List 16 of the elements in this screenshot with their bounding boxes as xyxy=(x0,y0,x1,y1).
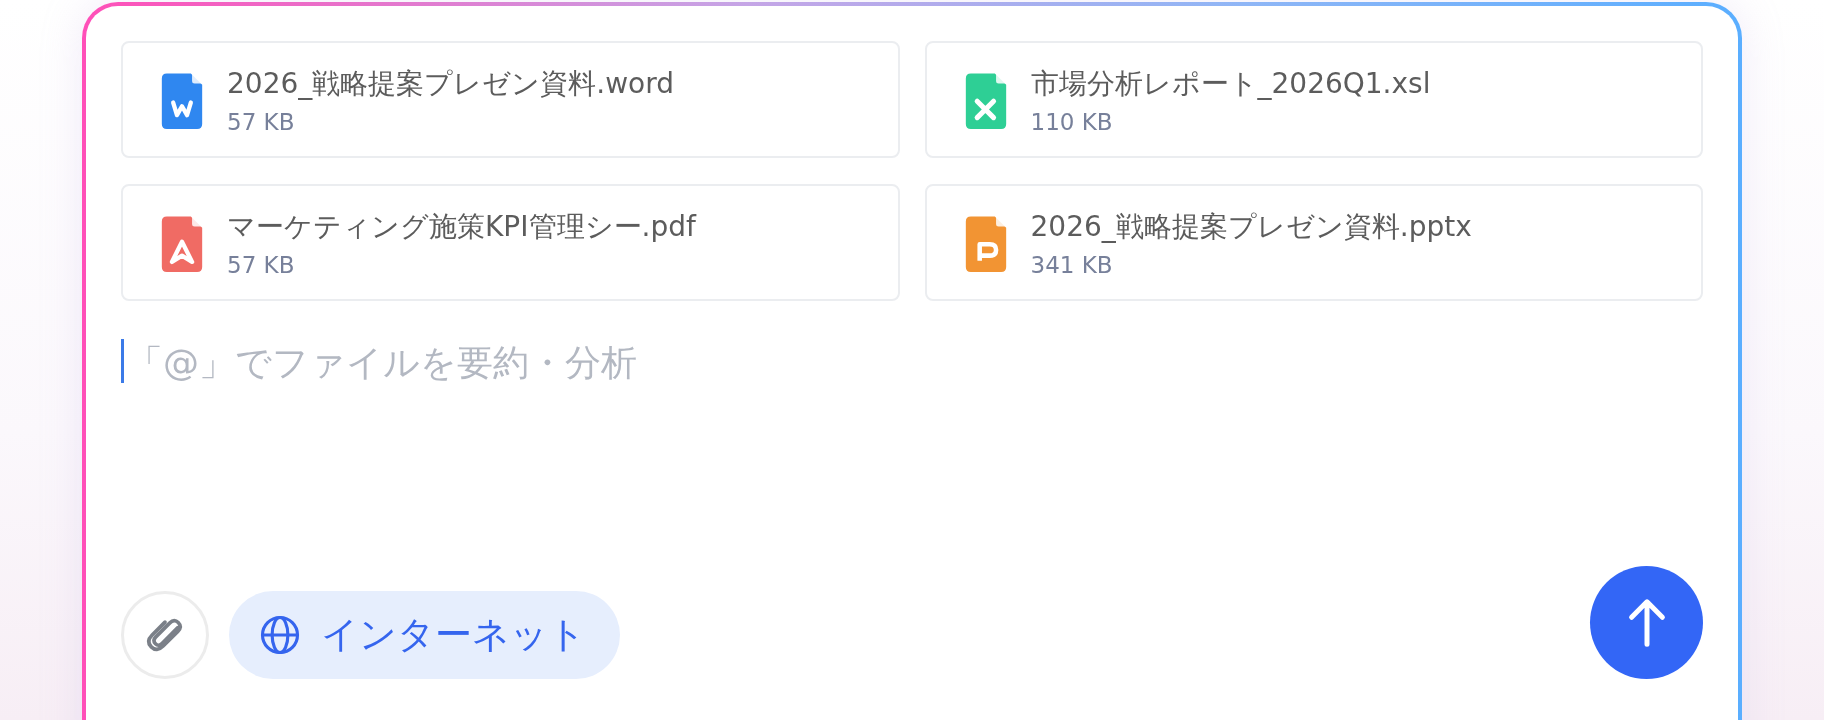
file-size: 57 KB xyxy=(227,251,296,278)
file-name: 市場分析レポート_2026Q1.xsl xyxy=(1030,65,1431,102)
globe-icon xyxy=(259,614,301,656)
file-card[interactable]: 2026_戦略提案プレゼン資料.word 57 KB xyxy=(121,41,900,158)
file-size: 57 KB xyxy=(227,108,296,135)
file-card[interactable]: マーケティング施策KPI管理シー.pdf 57 KB xyxy=(121,184,900,301)
file-name: 2026_戦略提案プレゼン資料.word xyxy=(227,65,674,102)
file-card[interactable]: 2026_戦略提案プレゼン資料.pptx 341 KB xyxy=(924,184,1703,301)
text-cursor xyxy=(121,339,124,383)
arrow-up-icon xyxy=(1626,597,1667,648)
internet-toggle[interactable]: インターネット xyxy=(229,591,620,679)
file-name: マーケティング施策KPI管理シー.pdf xyxy=(227,208,696,245)
file-size: 341 KB xyxy=(1030,251,1114,278)
file-card[interactable]: 市場分析レポート_2026Q1.xsl 110 KB xyxy=(924,41,1703,158)
file-name: 2026_戦略提案プレゼン資料.pptx xyxy=(1030,208,1472,245)
file-size: 110 KB xyxy=(1030,108,1114,135)
